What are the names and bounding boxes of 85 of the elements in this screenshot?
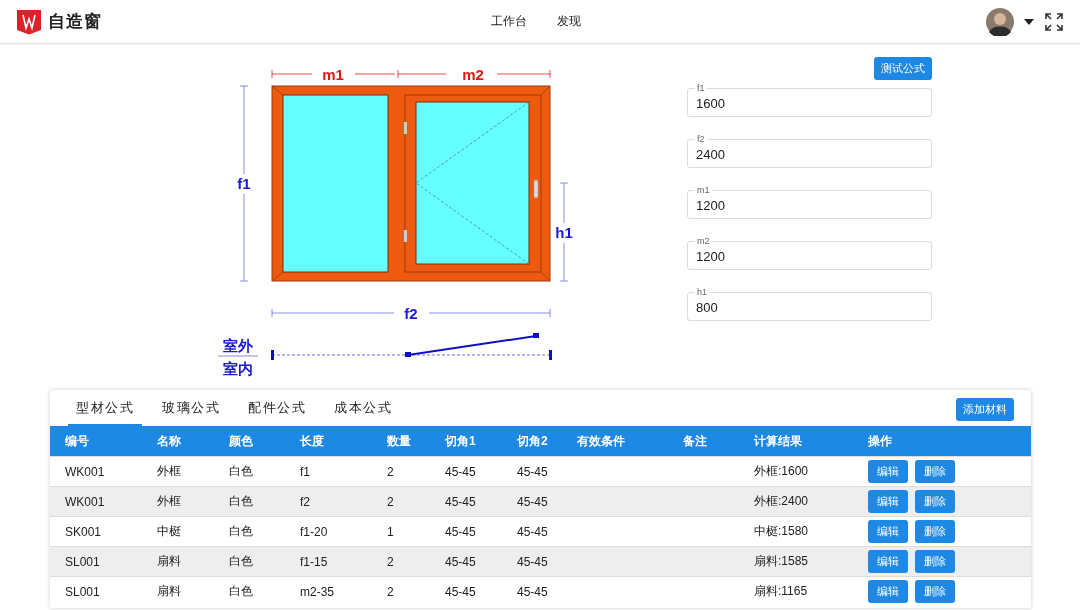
dimension-label: f2 [404, 305, 418, 322]
dimension-label: h1 [555, 224, 573, 241]
table-cell: 45-45 [517, 584, 548, 599]
table-cell: 中梃 [157, 524, 181, 538]
table-cell: 45-45 [445, 494, 476, 509]
table-cell: 外框:2400 [754, 494, 809, 508]
table-cell: 45-45 [517, 554, 548, 569]
table-cell: 2 [387, 584, 394, 599]
delete-button[interactable]: 删除 [915, 550, 955, 573]
column-header: 名称 [157, 432, 182, 450]
table-cell: 外框 [157, 464, 181, 478]
edit-button[interactable]: 编辑 [868, 490, 908, 513]
table-cell: 45-45 [445, 584, 476, 599]
tab[interactable]: 玻璃公式 [154, 399, 228, 426]
fullscreen-icon[interactable] [1044, 11, 1064, 32]
table-cell: 白色 [229, 584, 253, 598]
edit-button[interactable]: 编辑 [868, 550, 908, 573]
column-header: 有效条件 [577, 432, 626, 450]
nav-link[interactable]: 工作台 [491, 13, 527, 30]
table-cell: 外框:1600 [754, 464, 809, 478]
edit-button[interactable]: 编辑 [868, 460, 908, 483]
test-formula-button[interactable]: 测试公式 [874, 57, 932, 80]
table-cell: SL001 [65, 554, 100, 569]
avatar-icon[interactable] [986, 7, 1014, 36]
column-header: 长度 [300, 432, 325, 450]
inside-label: 室内 [223, 360, 253, 378]
table-cell: 扇料:1165 [754, 584, 808, 598]
edit-button[interactable]: 编辑 [868, 520, 908, 543]
table-cell: 白色 [229, 494, 253, 508]
column-header: 编号 [65, 432, 90, 450]
table-cell: SK001 [65, 524, 102, 539]
table-cell: 45-45 [517, 494, 548, 509]
column-header: 操作 [868, 432, 893, 450]
app-name: 自造窗 [48, 11, 102, 33]
table-cell: 中梃:1580 [754, 524, 809, 538]
table-cell: 扇料:1585 [754, 554, 809, 568]
table-cell: m2-35 [300, 584, 334, 599]
table-cell: SL001 [65, 584, 100, 599]
column-header: 切角2 [517, 432, 549, 450]
table-cell: 1 [387, 524, 394, 539]
delete-button[interactable]: 删除 [915, 520, 955, 543]
table-cell: 2 [387, 554, 394, 569]
table-cell: f1-15 [300, 554, 328, 569]
tab[interactable]: 配件公式 [240, 399, 314, 426]
column-header: 数量 [387, 432, 412, 450]
table-cell: 45-45 [445, 524, 476, 539]
table-cell: f1 [300, 464, 310, 479]
dimension-label: m2 [462, 66, 484, 83]
nav-link[interactable]: 发现 [557, 13, 581, 30]
delete-button[interactable]: 删除 [915, 580, 955, 603]
add-material-button[interactable]: 添加材料 [956, 397, 1014, 421]
column-header: 计算结果 [754, 432, 803, 450]
table-cell: WK001 [65, 494, 105, 509]
table-cell: 45-45 [517, 464, 548, 479]
table-cell: 白色 [229, 524, 253, 538]
field-label: f2 [695, 134, 707, 144]
tab[interactable]: 成本公式 [326, 399, 400, 426]
logo-icon [16, 8, 42, 35]
table-cell: 45-45 [445, 554, 476, 569]
table-cell: 45-45 [445, 464, 476, 479]
table-cell: 45-45 [517, 524, 548, 539]
column-header: 备注 [683, 432, 708, 450]
outside-label: 室外 [223, 337, 253, 355]
field-label: h1 [695, 287, 709, 297]
table-cell: 扇料 [157, 584, 181, 598]
field-label: m1 [695, 185, 712, 195]
dimension-label: f1 [237, 175, 251, 192]
table-cell: 2 [387, 464, 394, 479]
table-cell: 白色 [229, 464, 253, 478]
table-cell: f2 [300, 494, 310, 509]
edit-button[interactable]: 编辑 [868, 580, 908, 603]
delete-button[interactable]: 删除 [915, 460, 955, 483]
table-cell: 扇料 [157, 554, 181, 568]
delete-button[interactable]: 删除 [915, 490, 955, 513]
table-cell: 白色 [229, 554, 253, 568]
caret-icon[interactable] [1024, 18, 1034, 25]
column-header: 颜色 [229, 432, 254, 450]
column-header: 切角1 [445, 432, 477, 450]
dimension-label: m1 [322, 66, 344, 83]
table-cell: WK001 [65, 464, 105, 479]
table-cell: 2 [387, 494, 394, 509]
table-cell: 外框 [157, 494, 181, 508]
field-label: m2 [695, 236, 712, 246]
table-cell: f1-20 [300, 524, 328, 539]
field-label: f1 [695, 83, 707, 93]
